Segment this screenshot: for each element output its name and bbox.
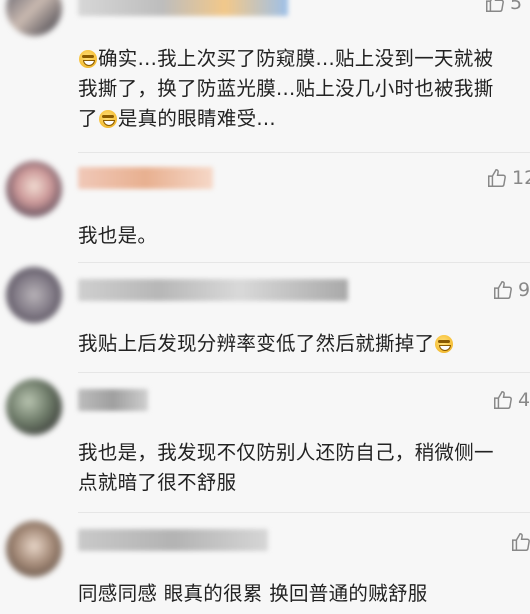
comment-item: 4 我也是，我发现不仅防别人还防自己，稍微侧一点就暗了很不舒服: [0, 375, 530, 515]
username[interactable]: [78, 279, 348, 301]
thumbs-up-icon: [486, 0, 504, 12]
laughing-tears-emoji-icon: [98, 110, 117, 128]
thumbs-up-icon: [488, 169, 506, 187]
avatar[interactable]: [6, 521, 62, 577]
thumbs-up-icon: [494, 391, 512, 409]
comment-item: 同感同感 眼真的很累 换回普通的贼舒服: [0, 515, 530, 614]
thumbs-up-icon: [512, 533, 530, 551]
thumbs-up-icon: [494, 281, 512, 299]
avatar[interactable]: [6, 379, 62, 435]
username[interactable]: [78, 0, 288, 16]
comment-text: 确实...我上次买了防窥膜...贴上没到一天就被我撕了，换了防蓝光膜...贴上没…: [78, 47, 494, 130]
comment-item: 9 我贴上后发现分辨率变低了然后就撕掉了: [0, 265, 530, 375]
like-count: 5: [510, 0, 523, 14]
like-count: 12: [512, 167, 530, 189]
like-button[interactable]: [510, 531, 530, 553]
divider: [78, 512, 530, 513]
comment-text: 我也是，我发现不仅防别人还防自己，稍微侧一点就暗了很不舒服: [78, 441, 494, 494]
avatar[interactable]: [6, 267, 62, 323]
username[interactable]: [78, 529, 268, 551]
avatar[interactable]: [6, 0, 62, 36]
comment-text: 同感同感 眼真的很累 换回普通的贼舒服: [78, 582, 428, 605]
username[interactable]: [78, 167, 213, 189]
like-button[interactable]: 5: [484, 0, 522, 14]
divider: [78, 262, 530, 263]
avatar[interactable]: [6, 161, 62, 217]
comment-item: 12 我也是。: [0, 155, 530, 265]
divider: [78, 372, 530, 373]
comment-item: 5 确实...我上次买了防窥膜...贴上没到一天就被我撕了，换了防蓝光膜...贴…: [0, 0, 530, 155]
like-button[interactable]: 9: [492, 279, 530, 301]
like-count: 9: [518, 279, 530, 301]
like-count: 4: [518, 389, 530, 411]
divider: [78, 152, 530, 153]
laughing-tears-emoji-icon: [435, 335, 454, 353]
like-button[interactable]: 12: [486, 167, 530, 189]
like-button[interactable]: 4: [492, 389, 530, 411]
username[interactable]: [78, 389, 148, 411]
laughing-tears-emoji-icon: [79, 50, 97, 68]
comment-text: 我也是。: [78, 224, 158, 247]
comment-text: 我贴上后发现分辨率变低了然后就撕掉了: [78, 329, 506, 359]
